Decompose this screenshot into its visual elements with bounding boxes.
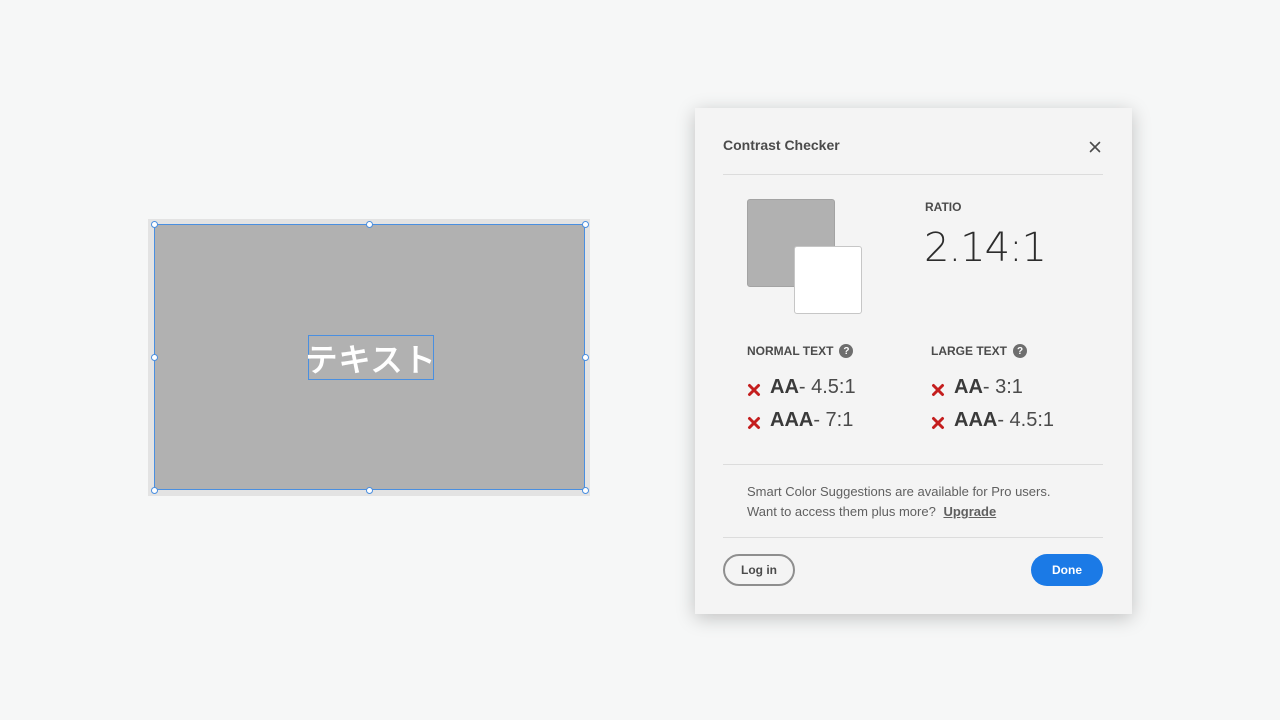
level-label: AAA [954, 409, 998, 431]
large-aaa-result: AAA - 4.5:1 [931, 409, 1054, 432]
text-layer-selection[interactable]: テキスト [305, 335, 436, 381]
dialog-title: Contrast Checker [723, 137, 840, 153]
upgrade-link[interactable]: Upgrade [943, 504, 996, 519]
contrast-checker-dialog: Contrast Checker RATIO 2.14:1 NORMAL TEX… [695, 108, 1132, 614]
fail-icon [748, 416, 760, 429]
normal-aaa-result: AAA - 7:1 [747, 409, 853, 432]
normal-aa-result: AA - 4.5:1 [747, 376, 856, 399]
large-text-heading: LARGE TEXT ? [931, 344, 1028, 358]
resize-handle-right[interactable] [582, 354, 589, 361]
large-text-label: LARGE TEXT [931, 344, 1008, 358]
pro-suggestion-prompt: Want to access them plus more? [747, 504, 936, 519]
divider-bottom [723, 537, 1103, 538]
pro-suggestion-line-2: Want to access them plus more? Upgrade [747, 502, 1050, 522]
text-layer[interactable]: テキスト [305, 335, 436, 381]
canvas: テキスト Contrast Checker RATIO 2.14:1 NORMA… [0, 0, 1280, 720]
normal-text-heading: NORMAL TEXT ? [747, 344, 854, 358]
resize-handle-top-left[interactable] [151, 221, 158, 228]
resize-handle-top[interactable] [366, 221, 373, 228]
normal-text-label: NORMAL TEXT [747, 344, 834, 358]
close-icon [1089, 141, 1101, 153]
fail-icon [932, 416, 944, 429]
level-requirement: - 4.5:1 [997, 409, 1055, 431]
log-in-button[interactable]: Log in [723, 554, 795, 586]
done-button[interactable]: Done [1031, 554, 1103, 586]
resize-handle-bottom[interactable] [366, 487, 373, 494]
resize-handle-top-right[interactable] [582, 221, 589, 228]
level-label: AA [954, 376, 983, 398]
fail-icon [748, 383, 760, 396]
divider-middle [723, 464, 1103, 465]
level-requirement: - 3:1 [982, 376, 1023, 398]
close-button[interactable] [1087, 139, 1103, 155]
ratio-label: RATIO [925, 200, 962, 214]
help-icon[interactable]: ? [839, 344, 854, 358]
fail-icon [932, 383, 944, 396]
large-aa-result: AA - 3:1 [931, 376, 1023, 399]
foreground-color-swatch[interactable] [794, 246, 862, 314]
pro-suggestion-line-1: Smart Color Suggestions are available fo… [747, 484, 1051, 499]
pro-suggestion-text: Smart Color Suggestions are available fo… [747, 482, 1050, 522]
level-label: AAA [770, 409, 814, 431]
level-label: AA [770, 376, 799, 398]
level-requirement: - 7:1 [813, 409, 854, 431]
resize-handle-bottom-right[interactable] [582, 487, 589, 494]
ratio-value: 2.14:1 [924, 225, 1047, 271]
resize-handle-left[interactable] [151, 354, 158, 361]
resize-handle-bottom-left[interactable] [151, 487, 158, 494]
divider-top [723, 174, 1103, 175]
help-icon[interactable]: ? [1013, 344, 1028, 358]
level-requirement: - 4.5:1 [798, 376, 856, 398]
